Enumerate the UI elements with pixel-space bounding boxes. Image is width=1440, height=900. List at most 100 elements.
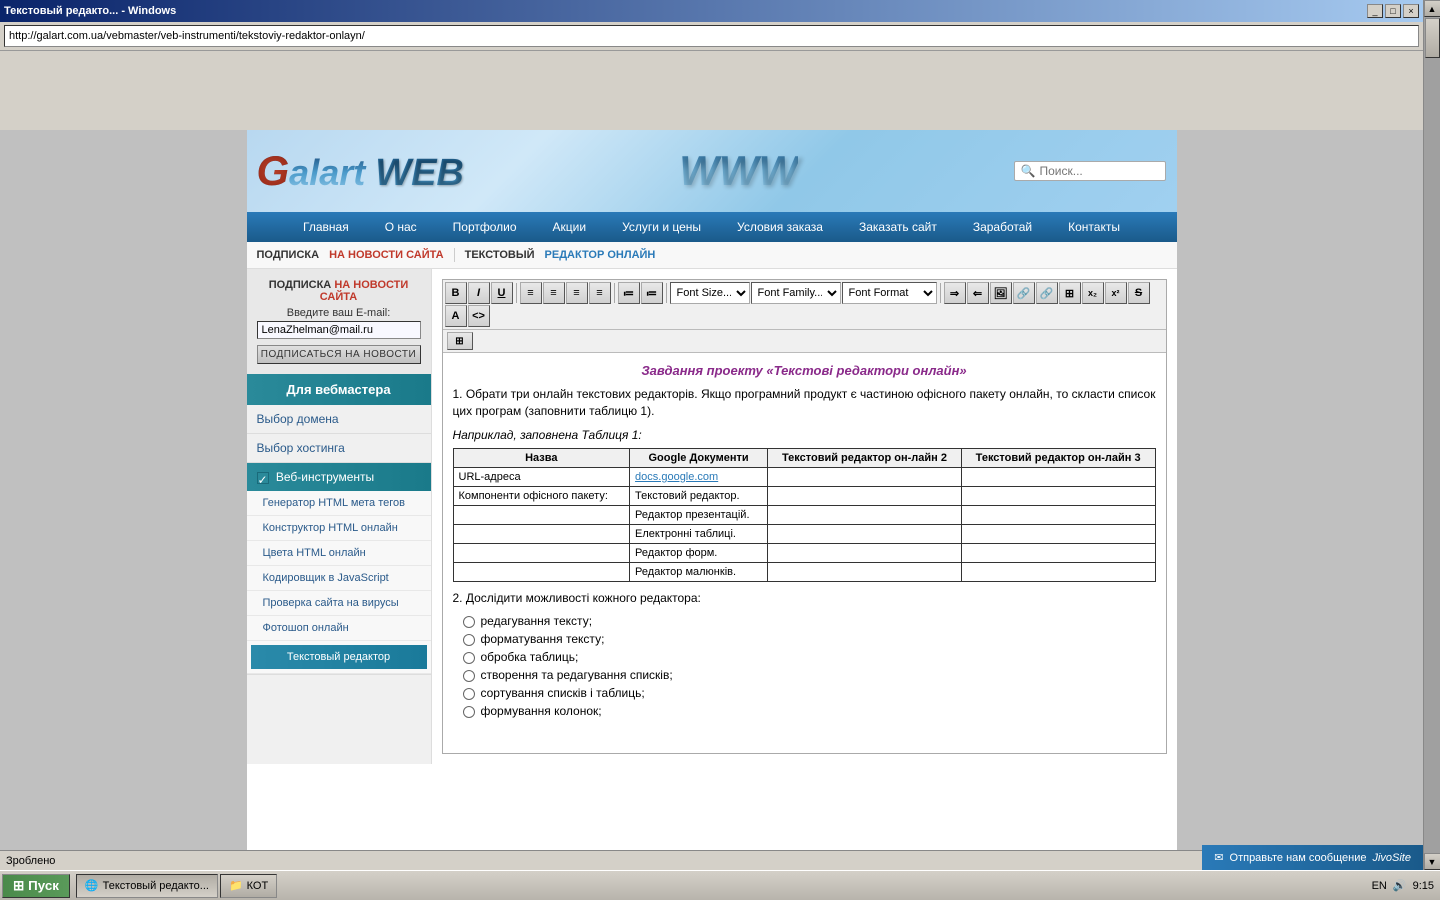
bold-button[interactable]: B [445, 282, 467, 304]
sidebar-sublink-js[interactable]: Кодировщик в JavaScript [247, 566, 431, 590]
close-btn[interactable]: × [1403, 4, 1419, 18]
list-item-2: обробка таблиць; [463, 650, 1156, 664]
sidebar-item-web-tools: ✓ Веб-инструменты Генератор HTML мета те… [247, 463, 431, 675]
email-input[interactable] [257, 321, 421, 339]
unordered-list-button[interactable]: ≔ [641, 282, 663, 304]
unlink-button[interactable]: 🔗 [1036, 282, 1058, 304]
table-cell: Редактор презентацій. [630, 505, 768, 524]
site-nav: Главная О нас Портфолио Акции Услуги и ц… [247, 212, 1177, 242]
list-item-5: формування колонок; [463, 704, 1156, 718]
page-container[interactable]: Galart WEB WWW 🔍 Главная О нас Портфолио… [0, 130, 1423, 870]
table-cell [768, 505, 962, 524]
scroll-down-btn[interactable]: ▼ [1424, 853, 1440, 870]
scroll-up-btn[interactable]: ▲ [1424, 0, 1440, 17]
outdent-button[interactable]: ⇐ [967, 282, 989, 304]
editor-page-title: ТЕКСТОВЫЙ [465, 249, 535, 261]
nav-item-usloviya[interactable]: Условия заказа [719, 212, 841, 242]
nav-item-kontakty[interactable]: Контакты [1050, 212, 1138, 242]
table-cell [961, 467, 1155, 486]
sidebar-sublink-colors[interactable]: Цвета HTML онлайн [247, 541, 431, 565]
sidebar-section-title: Для вебмастера [247, 374, 431, 405]
table-link[interactable]: docs.google.com [635, 471, 718, 483]
window-title: Текстовый редакто... - Windows [4, 5, 176, 17]
strikethrough-button[interactable]: S [1128, 282, 1150, 304]
sidebar-link-domen[interactable]: Выбор домена [247, 405, 431, 433]
search-icon: 🔍 [1021, 164, 1036, 178]
table-row: Компоненти офісного пакету: Текстовий ре… [453, 486, 1155, 505]
editor-toolbar-row2: ⊞ [443, 330, 1166, 353]
sidebar-link-web-tools[interactable]: ✓ Веб-инструменты [247, 463, 431, 491]
arrow-icon: ✓ [257, 472, 269, 484]
address-bar[interactable] [4, 25, 1419, 47]
font-format-select[interactable]: Font Format [842, 282, 937, 304]
email-label: Введите ваш E-mail: [257, 307, 421, 319]
chat-provider: JivoSite [1372, 852, 1411, 864]
nav-item-portfolio[interactable]: Портфолио [435, 212, 535, 242]
sidebar-link-hosting[interactable]: Выбор хостинга [247, 434, 431, 462]
subscription-link[interactable]: НА НОВОСТИ САЙТА [329, 249, 444, 261]
sidebar-btn-text-editor[interactable]: Текстовый редактор [251, 645, 427, 669]
ordered-list-button[interactable]: ≔ [618, 282, 640, 304]
title-bar: Текстовый редакто... - Windows _ □ × [0, 0, 1423, 22]
indent-button[interactable]: ⇒ [944, 282, 966, 304]
table-button[interactable]: ⊞ [1059, 282, 1081, 304]
sidebar-sublink-virus[interactable]: Проверка сайта на вирусы [247, 591, 431, 615]
superscript-button[interactable]: x² [1105, 282, 1127, 304]
volume-icon: 🔊 [1393, 879, 1407, 892]
underline-button[interactable]: U [491, 282, 513, 304]
align-justify-button[interactable]: ≡ [589, 282, 611, 304]
separator-3 [666, 283, 667, 303]
radio-icon-0 [463, 616, 475, 628]
separator-4 [940, 283, 941, 303]
table-cell [768, 543, 962, 562]
table-cell: Редактор форм. [630, 543, 768, 562]
window-scrollbar[interactable]: ▲ ▼ [1423, 0, 1440, 870]
nav-item-akcii[interactable]: Акции [535, 212, 605, 242]
sidebar-sub-metateg: Генератор HTML мета тегов [247, 491, 431, 516]
editor-task-title: Завдання проекту «Текстові редактори онл… [453, 363, 1156, 378]
font-family-select[interactable]: Font Family... [751, 282, 841, 304]
nav-item-zarabotay[interactable]: Заработай [955, 212, 1050, 242]
sidebar-sublink-metateg[interactable]: Генератор HTML мета тегов [247, 491, 431, 515]
subscribe-button[interactable]: ПОДПИСАТЬСЯ НА НОВОСТИ [257, 345, 421, 364]
search-input[interactable] [1039, 164, 1159, 178]
align-center-button[interactable]: ≡ [543, 282, 565, 304]
start-button[interactable]: ⊞ Пуск [2, 874, 70, 898]
main-wrapper: Galart WEB WWW 🔍 Главная О нас Портфолио… [0, 130, 1423, 870]
scroll-track[interactable] [1424, 17, 1440, 853]
editor-page-link[interactable]: РЕДАКТОР ОНЛАЙН [545, 249, 656, 261]
font-size-select[interactable]: Font Size... [670, 282, 750, 304]
html-source-button[interactable]: ⊞ [447, 332, 473, 350]
editor-list: редагування тексту; форматування тексту;… [463, 614, 1156, 718]
table-row: URL-адреса docs.google.com [453, 467, 1155, 486]
sidebar-sublink-html-constructor[interactable]: Конструктор HTML онлайн [247, 516, 431, 540]
taskbar-right: EN 🔊 9:15 [1372, 879, 1440, 892]
subscript-button[interactable]: x₂ [1082, 282, 1104, 304]
table-cell: docs.google.com [630, 467, 768, 486]
image-button[interactable]: 🖼 [990, 282, 1012, 304]
link-button[interactable]: 🔗 [1013, 282, 1035, 304]
header-search[interactable]: 🔍 [1014, 161, 1167, 181]
table-cell [961, 543, 1155, 562]
table-row: Редактор форм. [453, 543, 1155, 562]
scroll-thumb[interactable] [1425, 18, 1440, 58]
nav-item-uslugi[interactable]: Услуги и цены [604, 212, 719, 242]
taskbar-item-kot[interactable]: 📁 КОТ [220, 874, 277, 898]
source-button[interactable]: <> [468, 305, 490, 327]
editor-table: Назва Google Документи Текстовий редакто… [453, 448, 1156, 582]
align-right-button[interactable]: ≡ [566, 282, 588, 304]
sidebar-sublink-photoshop[interactable]: Фотошоп онлайн [247, 616, 431, 640]
nav-item-glavnaya[interactable]: Главная [285, 212, 367, 242]
color-button[interactable]: A [445, 305, 467, 327]
chat-widget[interactable]: ✉ Отправьте нам сообщение JivoSite [1202, 845, 1423, 870]
taskbar-item-browser[interactable]: 🌐 Текстовый редакто... [76, 874, 218, 898]
editor-body[interactable]: Завдання проекту «Текстові редактори онл… [443, 353, 1166, 753]
subscription-link[interactable]: НА НОВОСТИ САЙТА [320, 279, 409, 303]
nav-item-zakazat[interactable]: Заказать сайт [841, 212, 955, 242]
minimize-btn[interactable]: _ [1367, 4, 1383, 18]
maximize-btn[interactable]: □ [1385, 4, 1401, 18]
italic-button[interactable]: I [468, 282, 490, 304]
align-left-button[interactable]: ≡ [520, 282, 542, 304]
table-cell: Текстовий редактор. [630, 486, 768, 505]
nav-item-onas[interactable]: О нас [367, 212, 435, 242]
